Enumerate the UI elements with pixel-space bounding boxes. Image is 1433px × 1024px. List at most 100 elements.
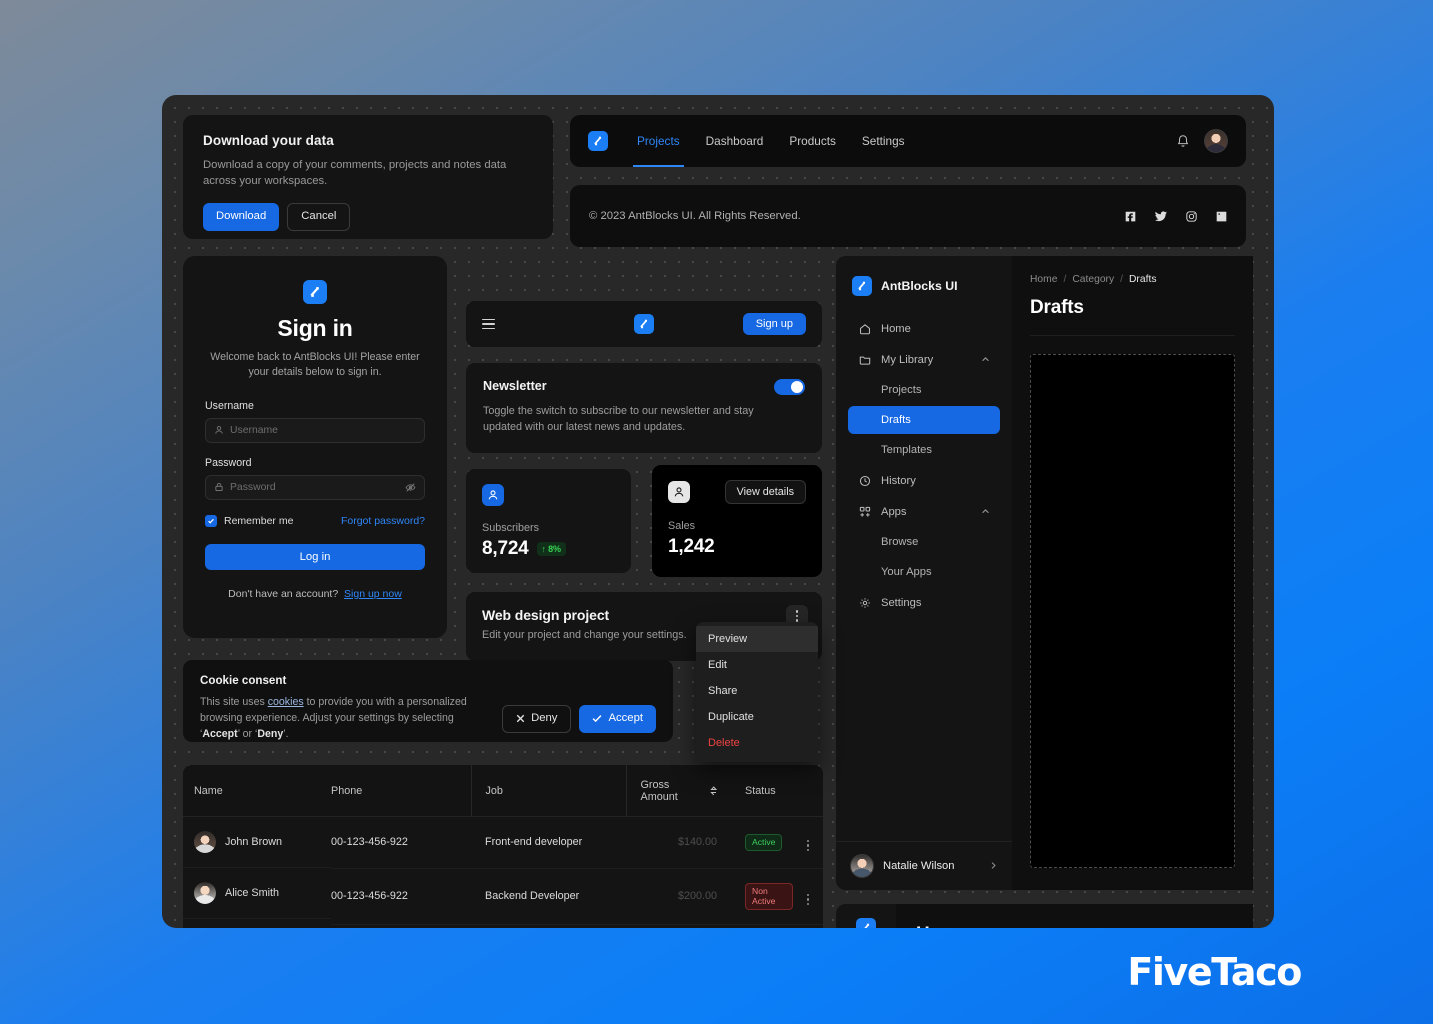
sidebar-nav: Home My Library Projects Drafts Template… <box>836 314 1012 841</box>
gear-icon <box>858 596 871 609</box>
cell-name: John Brown <box>183 817 331 868</box>
menu-item-preview[interactable]: Preview <box>696 626 818 652</box>
cell-actions[interactable] <box>793 924 823 928</box>
grid-icon <box>858 505 871 518</box>
subscribers-stat-card: Subscribers 8,724 ↑ 8% <box>466 469 631 573</box>
sign-up-now-link[interactable]: Sign up now <box>344 588 402 600</box>
avatar <box>194 831 216 853</box>
sales-card-header: View details <box>668 480 806 504</box>
column-header-name[interactable]: Name <box>183 765 331 817</box>
column-label: Gross Amount <box>640 779 678 803</box>
nav-link-products[interactable]: Products <box>776 115 849 167</box>
facebook-icon[interactable] <box>1125 211 1136 222</box>
cell-actions[interactable] <box>793 868 823 925</box>
chevron-up-icon <box>981 507 990 516</box>
chevron-up-icon <box>981 355 990 364</box>
deny-button[interactable]: Deny <box>502 705 572 733</box>
linkedin-icon[interactable] <box>1216 211 1227 222</box>
remember-me-checkbox[interactable]: Remember me <box>205 514 294 527</box>
sidebar-item-drafts[interactable]: Drafts <box>848 406 1000 434</box>
column-header-status[interactable]: Status <box>731 765 793 817</box>
eye-off-icon[interactable] <box>405 482 416 493</box>
showcase-canvas: Download your data Download a copy of yo… <box>162 95 1274 928</box>
download-data-card: Download your data Download a copy of yo… <box>183 115 553 239</box>
sign-up-prompt: Don't have an account? Sign up now <box>228 588 402 600</box>
sidebar-item-apps[interactable]: Apps <box>848 497 1000 526</box>
table-row[interactable]: John Brown 00-123-456-922 Front-end deve… <box>183 816 823 869</box>
download-card-title: Download your data <box>203 133 334 148</box>
icon-rail <box>836 904 896 928</box>
cancel-button[interactable]: Cancel <box>287 203 351 231</box>
instagram-icon[interactable] <box>1186 210 1197 222</box>
nav-link-settings[interactable]: Settings <box>849 115 918 167</box>
breadcrumb-category[interactable]: Category <box>1072 274 1114 285</box>
sign-in-card: Sign in Welcome back to AntBlocks UI! Pl… <box>183 256 447 638</box>
antblocks-logo-icon <box>852 276 872 296</box>
newsletter-description: Toggle the switch to subscribe to our ne… <box>483 405 754 433</box>
cell-status: Active <box>731 816 793 869</box>
column-header-gross-amount[interactable]: Gross Amount <box>625 765 731 817</box>
sidebar-item-projects[interactable]: Projects <box>848 376 1000 404</box>
accept-button[interactable]: Accept <box>579 705 656 733</box>
table-row[interactable]: Alice Smith 00-123-456-922 Backend Devel… <box>183 868 823 925</box>
download-button[interactable]: Download <box>203 203 280 231</box>
newsletter-toggle[interactable] <box>774 379 805 395</box>
password-input[interactable]: Password <box>205 474 425 500</box>
mini-app-title: Home <box>896 904 1253 928</box>
avatar <box>850 854 874 878</box>
sidebar-item-templates[interactable]: Templates <box>848 436 1000 464</box>
check-icon <box>593 715 602 723</box>
user-icon <box>482 484 504 506</box>
menu-item-share[interactable]: Share <box>696 678 818 704</box>
bell-icon[interactable] <box>1176 134 1190 148</box>
cell-actions[interactable] <box>793 816 823 869</box>
hamburger-menu-icon[interactable] <box>482 318 495 330</box>
sidebar-item-browse[interactable]: Browse <box>848 528 1000 556</box>
column-header-job[interactable]: Job <box>470 765 626 817</box>
table-row[interactable]: Robert Johnson 00-123-456-922 UI/UX Desi… <box>183 924 823 928</box>
more-options-icon[interactable] <box>806 840 810 852</box>
avatar <box>194 882 216 904</box>
menu-item-duplicate[interactable]: Duplicate <box>696 704 818 730</box>
breadcrumb-separator: / <box>1120 274 1123 285</box>
user-icon <box>214 425 224 435</box>
menu-item-delete[interactable]: Delete <box>696 730 818 756</box>
status-badge: Active <box>745 833 783 851</box>
twitter-icon[interactable] <box>1155 210 1167 222</box>
nav-link-dashboard[interactable]: Dashboard <box>693 115 777 167</box>
sidebar-item-settings[interactable]: Settings <box>848 588 1000 617</box>
sign-up-button[interactable]: Sign up <box>742 313 806 335</box>
breadcrumb: Home / Category / Drafts <box>1030 274 1235 285</box>
cookies-link[interactable]: cookies <box>268 696 304 708</box>
sidebar-item-history[interactable]: History <box>848 466 1000 495</box>
sidebar-item-my-library[interactable]: My Library <box>848 345 1000 374</box>
more-options-icon[interactable] <box>806 893 810 905</box>
avatar[interactable] <box>1204 129 1228 153</box>
sidebar-user[interactable]: Natalie Wilson <box>836 841 1012 890</box>
cell-phone: 00-123-456-922 <box>331 816 471 869</box>
subscribers-value: 8,724 <box>482 538 529 559</box>
newsletter-title: Newsletter <box>483 379 547 393</box>
close-icon <box>516 715 525 723</box>
breadcrumb-home[interactable]: Home <box>1030 274 1057 285</box>
sidebar-item-label: Home <box>881 322 911 335</box>
remember-me-label: Remember me <box>224 514 294 527</box>
nav-link-projects[interactable]: Projects <box>624 115 693 167</box>
cell-phone: 00-123-456-922 <box>331 924 471 928</box>
sidebar-item-label: Apps <box>881 505 907 518</box>
cell-name: Robert Johnson <box>183 924 331 928</box>
password-label: Password <box>205 456 252 469</box>
column-header-phone[interactable]: Phone <box>331 765 471 817</box>
menu-item-edit[interactable]: Edit <box>696 652 818 678</box>
checkbox-checked-icon <box>205 514 217 527</box>
username-input[interactable]: Username <box>205 417 425 443</box>
log-in-button[interactable]: Log in <box>205 543 425 570</box>
sort-icon <box>709 786 717 796</box>
forgot-password-link[interactable]: Forgot password? <box>341 515 425 527</box>
sidebar-item-your-apps[interactable]: Your Apps <box>848 558 1000 586</box>
sidebar-item-label: History <box>881 474 916 487</box>
column-header-actions <box>793 765 823 817</box>
sidebar-item-home[interactable]: Home <box>848 314 1000 343</box>
view-details-button[interactable]: View details <box>724 480 806 504</box>
user-icon <box>668 481 690 503</box>
